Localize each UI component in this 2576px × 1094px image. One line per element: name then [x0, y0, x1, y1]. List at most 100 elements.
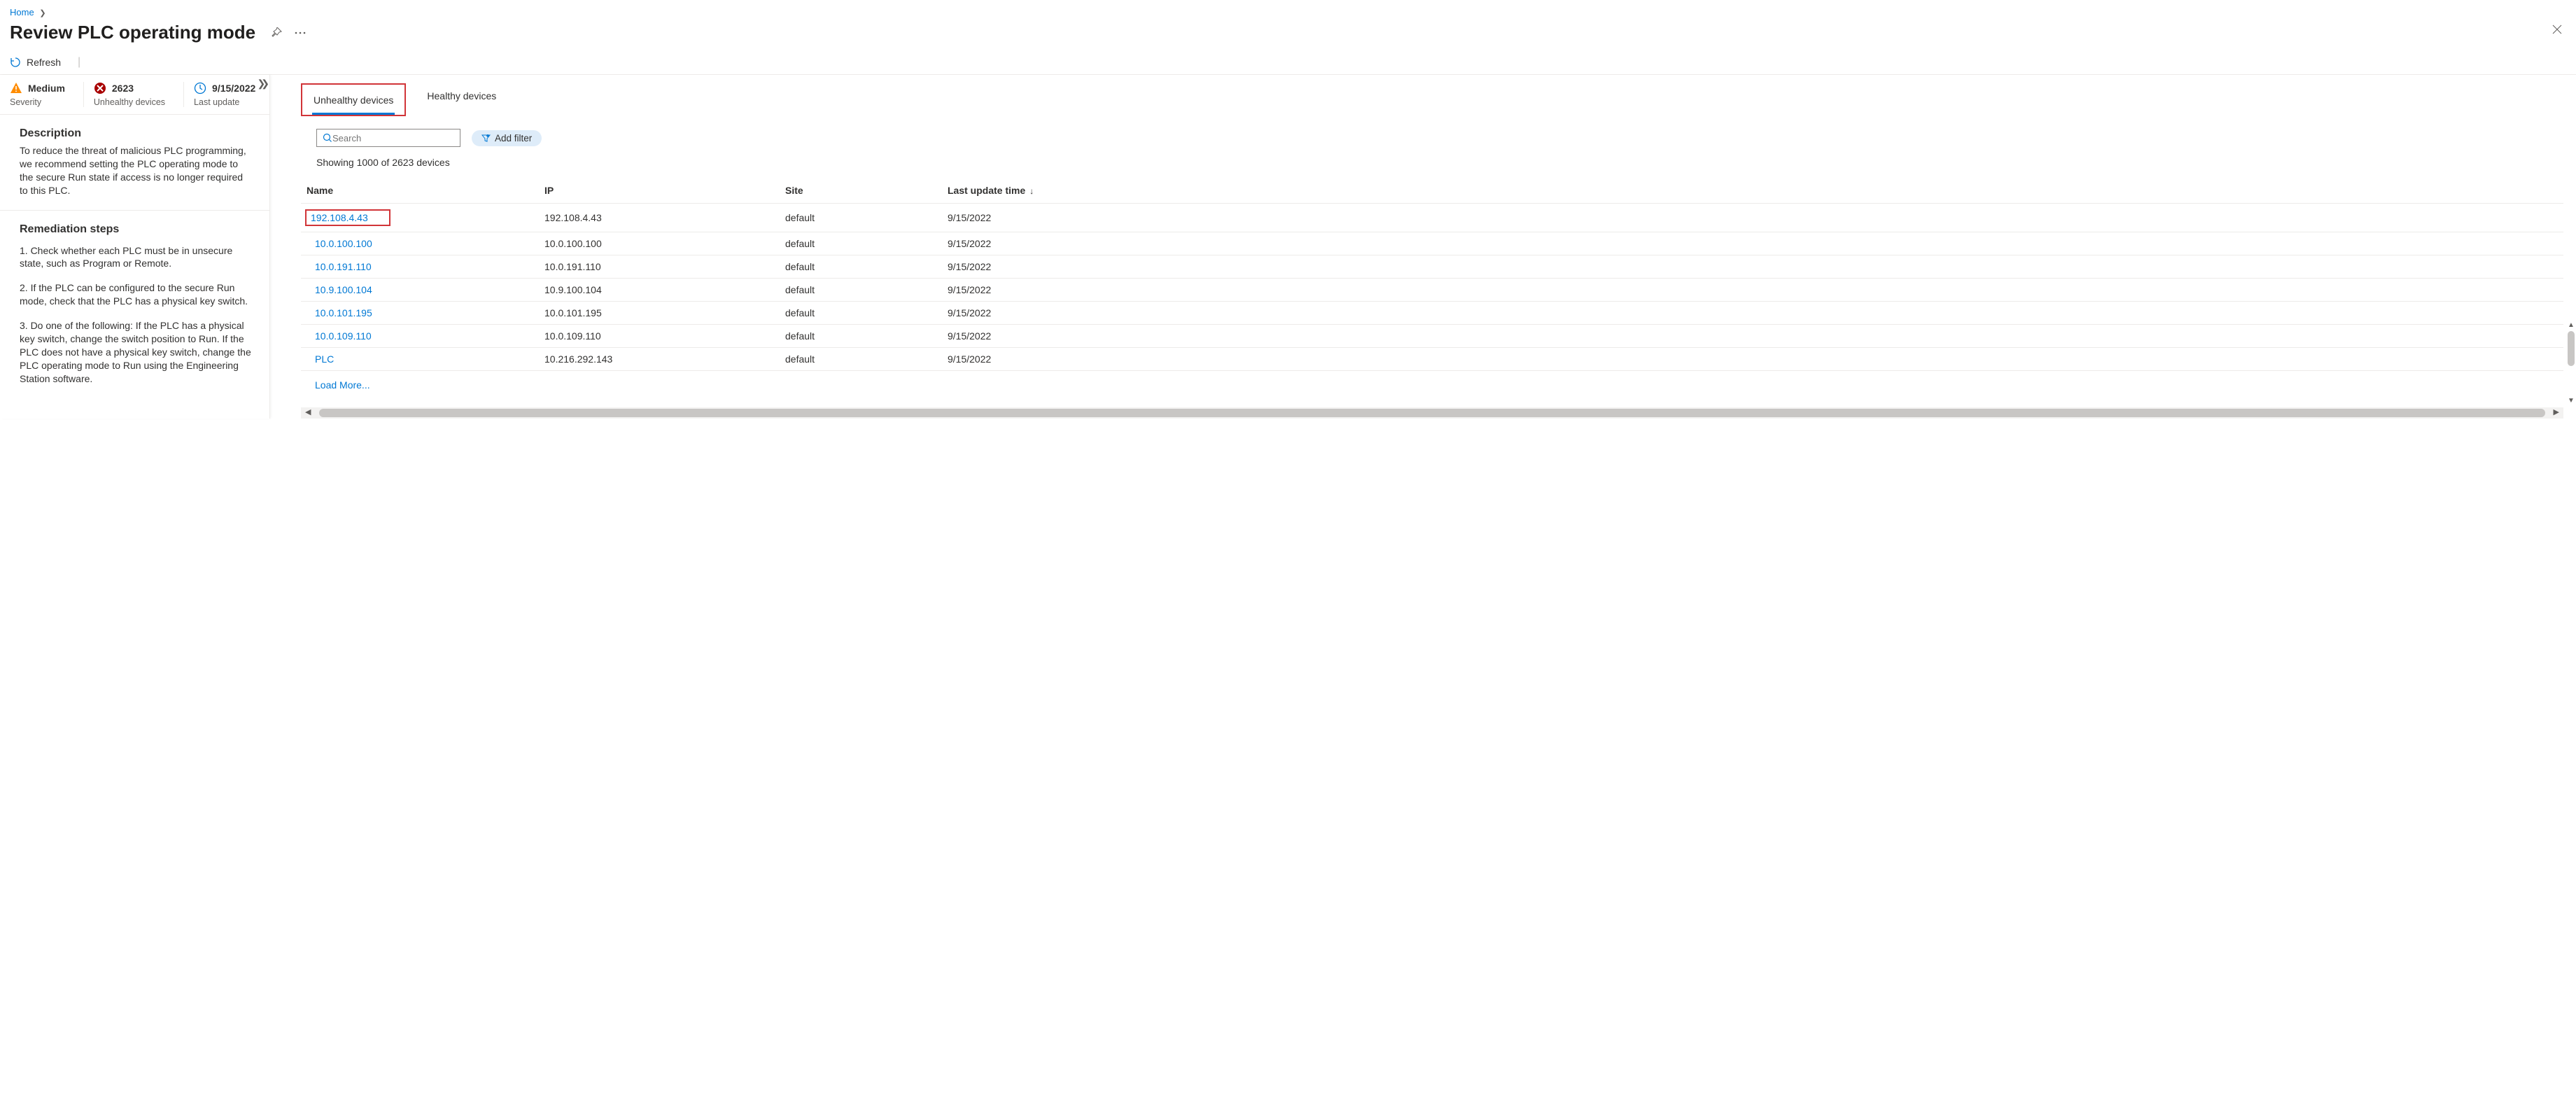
refresh-icon: [10, 57, 21, 68]
description-heading: Description: [20, 127, 253, 140]
device-ip: 10.216.292.143: [539, 348, 780, 371]
scroll-up-icon[interactable]: ▲: [2568, 321, 2575, 329]
side-panel: ❯❯ Medium Severity 2623 Unhealthy dev: [0, 75, 270, 419]
refresh-label: Refresh: [27, 57, 61, 68]
device-ip: 10.0.100.100: [539, 232, 780, 255]
content-area: Unhealthy devices Healthy devices Add fi…: [270, 75, 2576, 419]
scroll-left-icon[interactable]: ◀: [305, 407, 311, 416]
table-row[interactable]: 10.0.109.11010.0.109.110default9/15/2022: [301, 325, 2563, 348]
toolbar: Refresh |: [0, 53, 2576, 74]
close-icon[interactable]: [2552, 24, 2562, 34]
device-site: default: [780, 204, 942, 232]
device-site: default: [780, 232, 942, 255]
device-site: default: [780, 255, 942, 279]
device-site: default: [780, 302, 942, 325]
load-more-link[interactable]: Load More...: [315, 379, 370, 391]
remediation-step: 3. Do one of the following: If the PLC h…: [20, 319, 253, 385]
device-name-link[interactable]: 10.0.101.195: [315, 307, 372, 318]
search-row: Add filter: [286, 116, 2563, 157]
device-lastupdate: 9/15/2022: [942, 232, 2563, 255]
refresh-button[interactable]: Refresh: [10, 57, 61, 68]
tab-healthy[interactable]: Healthy devices: [425, 83, 498, 116]
tab-unhealthy[interactable]: Unhealthy devices: [312, 87, 395, 115]
col-ip-header[interactable]: IP: [539, 178, 780, 204]
device-lastupdate: 9/15/2022: [942, 325, 2563, 348]
remediation-step: 2. If the PLC can be configured to the s…: [20, 281, 253, 308]
device-lastupdate: 9/15/2022: [942, 302, 2563, 325]
device-lastupdate: 9/15/2022: [942, 279, 2563, 302]
col-update-header[interactable]: Last update time↓: [942, 178, 2563, 204]
device-name-link[interactable]: 10.0.109.110: [315, 330, 372, 342]
description-block: Description To reduce the threat of mali…: [0, 115, 269, 211]
pin-icon[interactable]: [271, 27, 282, 38]
devices-table: Name IP Site Last update time↓ 192.108.4…: [301, 178, 2563, 371]
load-more: Load More...: [301, 371, 2563, 399]
description-text: To reduce the threat of malicious PLC pr…: [20, 144, 253, 197]
vertical-scrollbar[interactable]: ▲ ▼: [2566, 321, 2576, 405]
filter-icon: [481, 134, 491, 143]
table-row[interactable]: 10.0.100.10010.0.100.100default9/15/2022: [301, 232, 2563, 255]
device-name-link[interactable]: 10.0.191.110: [315, 261, 372, 272]
clock-icon: [194, 82, 206, 94]
toolbar-separator: |: [78, 56, 80, 69]
device-site: default: [780, 279, 942, 302]
remediation-block: Remediation steps 1. Check whether each …: [0, 211, 269, 409]
severity-value: Medium: [28, 83, 65, 94]
unhealthy-count: 2623: [112, 83, 134, 94]
error-icon: [94, 82, 106, 94]
device-ip: 192.108.4.43: [539, 204, 780, 232]
stats-row: ❯❯ Medium Severity 2623 Unhealthy dev: [0, 75, 269, 115]
sort-desc-icon: ↓: [1029, 186, 1034, 196]
result-count: Showing 1000 of 2623 devices: [286, 157, 2563, 178]
scroll-right-icon[interactable]: ▶: [2554, 407, 2559, 416]
expand-icon[interactable]: ❯❯: [258, 78, 265, 90]
unhealthy-label: Unhealthy devices: [94, 97, 165, 107]
table-row[interactable]: 10.0.191.11010.0.191.110default9/15/2022: [301, 255, 2563, 279]
stat-severity: Medium Severity: [10, 82, 84, 107]
device-site: default: [780, 348, 942, 371]
lastupdate-value: 9/15/2022: [212, 83, 255, 94]
scroll-down-icon[interactable]: ▼: [2568, 397, 2575, 405]
search-icon: [323, 133, 332, 143]
device-ip: 10.0.109.110: [539, 325, 780, 348]
tab-highlight-box: Unhealthy devices: [301, 83, 406, 116]
severity-label: Severity: [10, 97, 65, 107]
table-row[interactable]: PLC 10.216.292.143default9/15/2022: [301, 348, 2563, 371]
add-filter-label: Add filter: [495, 133, 532, 143]
add-filter-button[interactable]: Add filter: [472, 130, 542, 146]
device-lastupdate: 9/15/2022: [942, 204, 2563, 232]
device-site: default: [780, 325, 942, 348]
table-row[interactable]: 10.0.101.19510.0.101.195default9/15/2022: [301, 302, 2563, 325]
device-name-link[interactable]: 10.0.100.100: [315, 238, 372, 249]
search-box[interactable]: [316, 129, 460, 147]
col-name-header[interactable]: Name: [301, 178, 539, 204]
scroll-thumb[interactable]: [319, 409, 2545, 417]
stat-unhealthy: 2623 Unhealthy devices: [94, 82, 184, 107]
table-row[interactable]: 10.9.100.10410.9.100.104default9/15/2022: [301, 279, 2563, 302]
chevron-right-icon: ❯: [39, 9, 45, 17]
more-icon[interactable]: [295, 31, 306, 34]
table-row[interactable]: 192.108.4.43192.108.4.43default9/15/2022: [301, 204, 2563, 232]
vscroll-thumb[interactable]: [2568, 331, 2575, 366]
warning-icon: [10, 82, 22, 94]
device-ip: 10.0.101.195: [539, 302, 780, 325]
device-ip: 10.0.191.110: [539, 255, 780, 279]
breadcrumb-home[interactable]: Home: [10, 7, 34, 17]
breadcrumb: Home ❯: [0, 0, 2576, 22]
stat-lastupdate: 9/15/2022 Last update: [194, 82, 255, 107]
title-row: Review PLC operating mode: [0, 22, 2576, 53]
remediation-step: 1. Check whether each PLC must be in uns…: [20, 244, 253, 271]
device-ip: 10.9.100.104: [539, 279, 780, 302]
device-lastupdate: 9/15/2022: [942, 255, 2563, 279]
page-title: Review PLC operating mode: [10, 22, 255, 43]
col-site-header[interactable]: Site: [780, 178, 942, 204]
search-input[interactable]: [332, 133, 456, 143]
device-name-link[interactable]: PLC: [315, 353, 334, 365]
device-name-link[interactable]: 192.108.4.43: [311, 212, 368, 223]
lastupdate-label: Last update: [194, 97, 255, 107]
remediation-heading: Remediation steps: [20, 223, 253, 236]
horizontal-scrollbar[interactable]: ◀ ▶: [301, 407, 2563, 419]
device-name-link[interactable]: 10.9.100.104: [315, 284, 372, 295]
device-lastupdate: 9/15/2022: [942, 348, 2563, 371]
tabs: Unhealthy devices Healthy devices: [286, 83, 2563, 116]
